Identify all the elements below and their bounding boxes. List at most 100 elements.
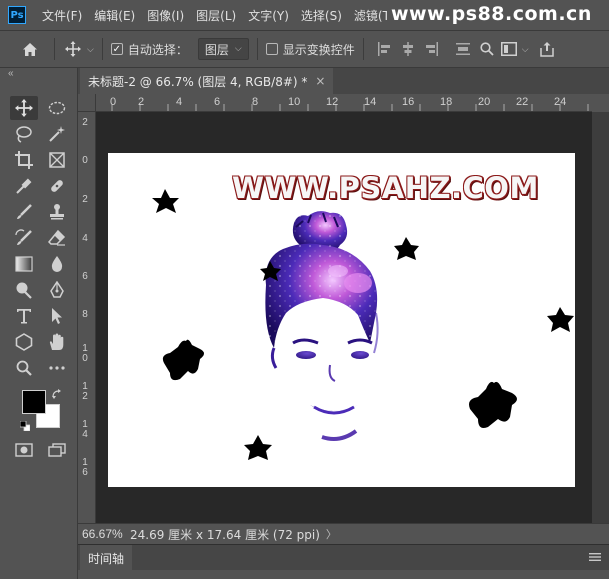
blur-icon[interactable] [43, 252, 71, 276]
panel-menu-icon[interactable] [589, 551, 601, 565]
healing-brush-icon[interactable] [43, 174, 71, 198]
ruler-v-label: 1 2 [82, 381, 88, 402]
timeline-panel-header: 时间轴 [78, 544, 609, 571]
align-center-icon[interactable] [396, 37, 420, 61]
options-bar: ⌵ ✓ 自动选择： 图层 ⌵ 显示变换控件 ⌵ [0, 30, 609, 68]
magic-wand-icon[interactable] [43, 122, 71, 146]
search-icon[interactable] [476, 37, 498, 61]
star-shape [547, 307, 574, 332]
foreground-color-swatch[interactable] [22, 390, 46, 414]
timeline-tab-label: 时间轴 [88, 551, 125, 566]
share-icon[interactable] [535, 37, 559, 61]
ruler-origin[interactable] [78, 94, 96, 112]
document-tab-bar: 未标题-2 @ 66.7% (图层 4, RGB/8#) * × [78, 68, 609, 94]
home-icon[interactable] [14, 37, 46, 61]
ruler-h-label: 2 [138, 96, 145, 108]
vertical-scrollbar[interactable] [592, 112, 609, 523]
timeline-tab[interactable]: 时间轴 [80, 545, 133, 571]
portrait-hair [265, 211, 378, 348]
stamp-icon[interactable] [43, 200, 71, 224]
status-bar: 66.67% 24.69 厘米 x 17.64 厘米 (72 ppi) 〉 [78, 523, 609, 544]
chevron-down-icon[interactable]: ⌵ [87, 44, 94, 55]
ruler-v-label: 4 [82, 233, 88, 244]
document-canvas[interactable]: WWW.PSAHZ.COM [108, 153, 575, 487]
brush-icon[interactable] [10, 200, 38, 224]
distribute-icon[interactable] [450, 37, 476, 61]
document-tab-title: 未标题-2 @ 66.7% (图层 4, RGB/8#) * [88, 74, 308, 89]
document-tab[interactable]: 未标题-2 @ 66.7% (图层 4, RGB/8#) * × [80, 68, 334, 94]
menu-edit[interactable]: 编辑(E) [88, 7, 141, 24]
ruler-h-label: 18 [440, 96, 453, 108]
quick-mask-icon[interactable] [10, 438, 38, 462]
zoom-level[interactable]: 66.67% [78, 527, 126, 541]
ruler-v-label: 0 [82, 155, 88, 166]
align-right-icon[interactable] [420, 37, 444, 61]
shape-icon[interactable] [10, 330, 38, 354]
default-colors-icon[interactable] [19, 420, 31, 434]
marquee-icon[interactable] [43, 96, 71, 120]
document-workspace[interactable]: WWW.PSAHZ.COM [96, 112, 592, 523]
eyedropper-icon[interactable] [10, 174, 38, 198]
ruler-v-label: 8 [82, 309, 88, 320]
lasso-icon[interactable] [10, 122, 38, 146]
show-transform-checkbox[interactable] [265, 43, 278, 55]
show-transform-label: 显示变换控件 [282, 42, 355, 57]
star-shape [469, 381, 517, 428]
ruler-v-label: 1 6 [82, 457, 88, 478]
ruler-v-label: 6 [82, 271, 88, 282]
move-tool-icon[interactable] [10, 96, 38, 120]
crop-icon[interactable] [10, 148, 38, 172]
ruler-v-label: 2 [82, 117, 88, 128]
ruler-v-label: 1 0 [82, 343, 88, 364]
chevron-down-icon: ⌵ [234, 44, 242, 54]
chevron-down-icon[interactable]: ⌵ [522, 44, 529, 55]
swap-colors-icon[interactable] [52, 388, 62, 402]
ruler-h-label: 6 [214, 96, 221, 108]
star-shape [394, 237, 419, 260]
auto-select-checkbox[interactable]: ✓ [110, 43, 123, 55]
ruler-h-label: 8 [252, 96, 259, 108]
auto-select-label: 自动选择： [127, 42, 188, 57]
layer-select-dropdown[interactable]: 图层 ⌵ [197, 38, 249, 60]
separator [101, 38, 103, 60]
menu-select[interactable]: 选择(S) [295, 7, 348, 24]
align-left-icon[interactable] [372, 37, 396, 61]
eraser-icon[interactable] [43, 226, 71, 250]
artwork-layer [152, 189, 574, 460]
tools-panel: « [0, 68, 78, 579]
photoshop-logo: Ps [8, 6, 26, 24]
hand-icon[interactable] [43, 330, 71, 354]
gradient-icon[interactable] [10, 252, 38, 276]
document-size-info: 24.69 厘米 x 17.64 厘米 (72 ppi) [130, 527, 320, 542]
ruler-v-label: 2 [82, 194, 88, 205]
horizontal-ruler[interactable]: 0 2 4 6 8 10 12 14 16 18 20 22 24 [96, 94, 592, 112]
close-icon[interactable]: × [315, 74, 325, 88]
ruler-h-label: 16 [402, 96, 415, 108]
menu-type[interactable]: 文字(Y) [242, 7, 295, 24]
menu-file[interactable]: 文件(F) [36, 7, 88, 24]
pen-icon[interactable] [43, 278, 71, 302]
history-brush-icon[interactable] [10, 226, 38, 250]
more-tools-icon[interactable] [43, 356, 71, 380]
path-selection-icon[interactable] [43, 304, 71, 328]
vertical-ruler[interactable]: 2 0 2 4 6 8 1 0 1 2 1 4 1 6 [78, 112, 96, 523]
separator [54, 38, 55, 60]
ruler-h-label: 20 [478, 96, 491, 108]
ruler-h-label: 22 [516, 96, 529, 108]
workspace-icon[interactable] [498, 37, 520, 61]
frame-icon[interactable] [43, 148, 71, 172]
collapse-icon[interactable]: « [8, 68, 14, 79]
zoom-icon[interactable] [10, 356, 38, 380]
ruler-h-label: 4 [176, 96, 183, 108]
menu-layer[interactable]: 图层(L) [190, 7, 242, 24]
dodge-icon[interactable] [10, 278, 38, 302]
screen-mode-icon[interactable] [43, 438, 71, 462]
menu-image[interactable]: 图像(I) [141, 7, 190, 24]
status-menu-arrow[interactable]: 〉 [326, 526, 337, 542]
type-icon[interactable] [10, 304, 38, 328]
ruler-h-label: 14 [364, 96, 377, 108]
move-tool-icon[interactable] [63, 37, 83, 61]
ruler-h-label: 12 [326, 96, 339, 108]
separator [256, 38, 258, 60]
portrait-face [270, 312, 379, 441]
